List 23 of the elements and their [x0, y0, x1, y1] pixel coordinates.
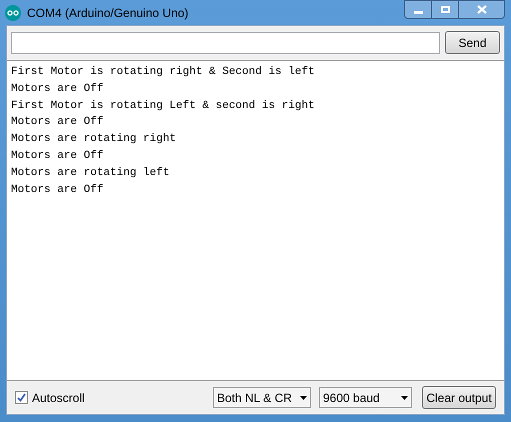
output-line: First Motor is rotating right & Second is left: [11, 65, 315, 80]
output-line: Motors are Off: [11, 148, 104, 164]
output-line: Motors are Off: [11, 82, 104, 97]
output-line: Motors are Off: [11, 182, 104, 198]
send-input-field[interactable]: [11, 32, 440, 54]
output-line: First Motor is rotating Left & second is right: [11, 98, 315, 114]
close-icon: [476, 5, 486, 14]
line-ending-dropdown[interactable]: Both NL & CR: [213, 387, 311, 408]
infinity-logo-icon: [5, 4, 21, 20]
send-button[interactable]: Send: [445, 31, 500, 54]
clear-output-button[interactable]: Clear output: [422, 386, 496, 410]
output-line: Motors are rotating right: [11, 132, 176, 148]
dropdown-caret-icon: [401, 396, 408, 400]
autoscroll-checkbox[interactable]: [15, 391, 28, 404]
output-line: Motors are Off: [11, 115, 104, 130]
window-title: COM4 (Arduino/Genuino Uno): [27, 4, 188, 22]
minimize-button[interactable]: [404, 0, 432, 19]
autoscroll-label: Autoscroll: [32, 390, 85, 407]
baud-rate-dropdown[interactable]: 9600 baud: [319, 387, 412, 408]
output-line: Motors are rotating left: [11, 166, 170, 181]
maximize-button[interactable]: [432, 0, 459, 19]
dropdown-caret-icon: [300, 396, 307, 400]
close-button[interactable]: [459, 0, 505, 19]
